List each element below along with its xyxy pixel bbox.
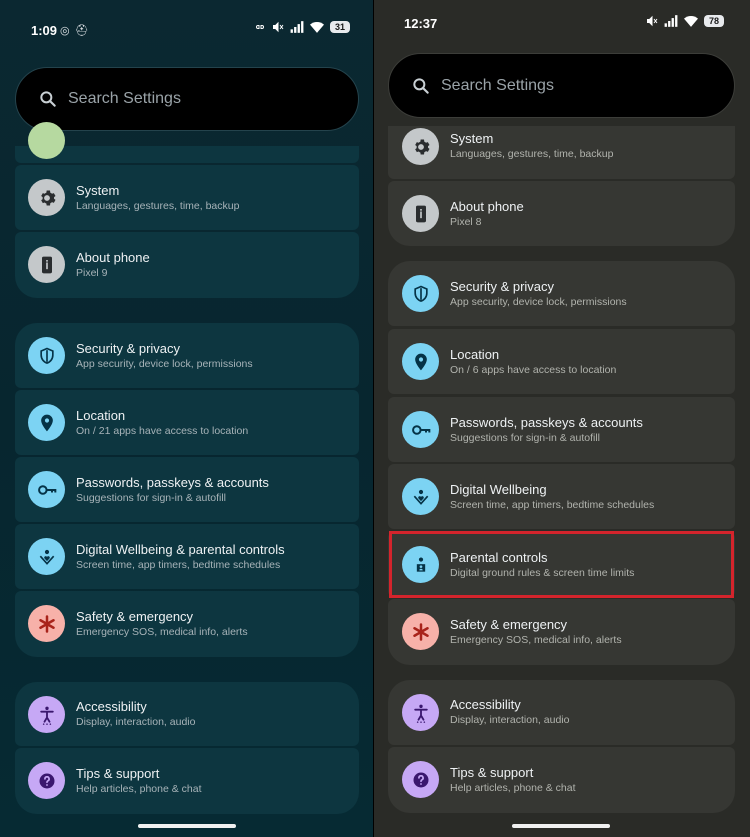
accessibility-icon: [402, 694, 439, 731]
gear-icon: [28, 179, 65, 216]
setting-subtitle: Emergency SOS, medical info, alerts: [450, 634, 622, 646]
status-notification-icons: ◎ ⛑: [60, 25, 90, 37]
search-settings-bar[interactable]: Search Settings: [388, 53, 735, 118]
setting-title: Digital Wellbeing: [450, 482, 547, 497]
mute-icon: [273, 21, 284, 33]
signal-icon: [290, 21, 304, 33]
location-pin-icon: [402, 343, 439, 380]
asterisk-icon: [28, 605, 65, 642]
setting-row-passwords-accounts[interactable]: Passwords, passkeys & accounts Suggestio…: [15, 457, 359, 522]
setting-row-about-phone[interactable]: About phone Pixel 8: [388, 181, 735, 246]
asterisk-icon: [402, 613, 439, 650]
setting-row-location[interactable]: Location On / 6 apps have access to loca…: [388, 329, 735, 394]
partial-setting-icon: [28, 122, 65, 159]
setting-row-system[interactable]: System Languages, gestures, time, backup: [15, 165, 359, 230]
setting-row-accessibility[interactable]: Accessibility Display, interaction, audi…: [15, 682, 359, 746]
setting-subtitle: Languages, gestures, time, backup: [450, 148, 614, 160]
setting-title: Location: [450, 347, 500, 362]
setting-subtitle: App security, device lock, permissions: [450, 296, 627, 308]
location-pin-icon: [28, 404, 65, 441]
setting-title: Tips & support: [450, 765, 534, 780]
setting-row-location[interactable]: Location On / 21 apps have access to loc…: [15, 390, 359, 455]
setting-row-about-phone[interactable]: About phone Pixel 9: [15, 232, 359, 298]
search-icon: [413, 77, 429, 94]
question-icon: [402, 761, 439, 798]
setting-subtitle: Screen time, app timers, bedtime schedul…: [76, 559, 281, 571]
wellbeing-heart-icon: [402, 478, 439, 515]
setting-subtitle: Help articles, phone & chat: [76, 783, 202, 795]
shield-icon: [402, 275, 439, 312]
setting-subtitle: Suggestions for sign-in & autofill: [450, 432, 600, 444]
setting-row-tips-support[interactable]: Tips & support Help articles, phone & ch…: [388, 747, 735, 813]
setting-title: Accessibility: [450, 697, 521, 712]
status-bar: 12:37 78: [374, 10, 750, 50]
previous-card-edge: [15, 122, 359, 163]
right-phone-screen: 12:37 78 Search Settings System Language…: [374, 0, 750, 837]
gesture-navigation-bar[interactable]: [138, 824, 236, 828]
setting-title: System: [76, 183, 120, 198]
setting-row-safety-emergency[interactable]: Safety & emergency Emergency SOS, medica…: [15, 591, 359, 657]
setting-row-digital-wellbeing[interactable]: Digital Wellbeing & parental controls Sc…: [15, 524, 359, 589]
setting-subtitle: Display, interaction, audio: [76, 716, 196, 728]
setting-title: Safety & emergency: [76, 609, 194, 624]
battery-indicator: 78: [704, 15, 724, 27]
status-time: 12:37: [404, 16, 438, 31]
setting-subtitle: Emergency SOS, medical info, alerts: [76, 626, 248, 638]
setting-row-passwords-accounts[interactable]: Passwords, passkeys & accounts Suggestio…: [388, 397, 735, 462]
setting-title: Passwords, passkeys & accounts: [450, 415, 643, 430]
setting-title: Digital Wellbeing & parental controls: [76, 542, 285, 557]
setting-row-accessibility[interactable]: Accessibility Display, interaction, audi…: [388, 680, 735, 745]
status-time: 1:09: [31, 23, 58, 38]
setting-title: System: [450, 131, 494, 146]
setting-title: Security & privacy: [450, 279, 555, 294]
key-icon: [402, 411, 439, 448]
setting-subtitle: App security, device lock, permissions: [76, 358, 253, 370]
link-icon: [256, 25, 264, 29]
battery-indicator: 31: [330, 21, 350, 33]
search-icon: [40, 91, 56, 107]
status-bar: 1:09 ◎ ⛑ 31: [0, 18, 373, 58]
setting-row-system[interactable]: System Languages, gestures, time, backup: [388, 126, 735, 179]
setting-row-security-privacy[interactable]: Security & privacy App security, device …: [388, 261, 735, 326]
setting-subtitle: Display, interaction, audio: [450, 714, 570, 726]
parental-controls-highlight-box: [389, 531, 734, 598]
setting-title: Safety & emergency: [450, 617, 568, 632]
setting-title: Security & privacy: [76, 341, 181, 356]
mute-icon: [647, 15, 658, 27]
phone-info-icon: [402, 195, 439, 232]
setting-row-safety-emergency[interactable]: Safety & emergency Emergency SOS, medica…: [388, 599, 735, 665]
wifi-icon: [310, 21, 324, 33]
setting-subtitle: Screen time, app timers, bedtime schedul…: [450, 499, 655, 511]
wellbeing-heart-icon: [28, 538, 65, 575]
question-icon: [28, 762, 65, 799]
setting-subtitle: On / 6 apps have access to location: [450, 364, 617, 376]
setting-subtitle: Pixel 8: [450, 216, 482, 228]
key-icon: [28, 471, 65, 508]
gesture-navigation-bar[interactable]: [512, 824, 610, 828]
setting-title: About phone: [76, 250, 150, 265]
search-settings-bar[interactable]: Search Settings: [15, 67, 359, 131]
setting-subtitle: Suggestions for sign-in & autofill: [76, 492, 226, 504]
shield-icon: [28, 337, 65, 374]
setting-subtitle: On / 21 apps have access to location: [76, 425, 249, 437]
phone-info-icon: [28, 246, 65, 283]
search-placeholder: Search Settings: [68, 90, 181, 107]
signal-icon: [664, 15, 678, 27]
setting-row-tips-support[interactable]: Tips & support Help articles, phone & ch…: [15, 748, 359, 814]
search-placeholder: Search Settings: [441, 76, 554, 94]
setting-row-digital-wellbeing[interactable]: Digital Wellbeing Screen time, app timer…: [388, 464, 735, 529]
setting-title: Accessibility: [76, 699, 147, 714]
accessibility-icon: [28, 696, 65, 733]
setting-title: About phone: [450, 199, 524, 214]
setting-title: Location: [76, 408, 126, 423]
setting-subtitle: Pixel 9: [76, 267, 108, 279]
setting-subtitle: Help articles, phone & chat: [450, 782, 576, 794]
setting-title: Passwords, passkeys & accounts: [76, 475, 269, 490]
setting-subtitle: Languages, gestures, time, backup: [76, 200, 240, 212]
wifi-icon: [684, 15, 698, 27]
left-phone-screen: 1:09 ◎ ⛑ 31 Search Settings System Langu…: [0, 0, 373, 837]
gear-icon: [402, 128, 439, 165]
setting-title: Tips & support: [76, 766, 160, 781]
setting-row-security-privacy[interactable]: Security & privacy App security, device …: [15, 323, 359, 388]
